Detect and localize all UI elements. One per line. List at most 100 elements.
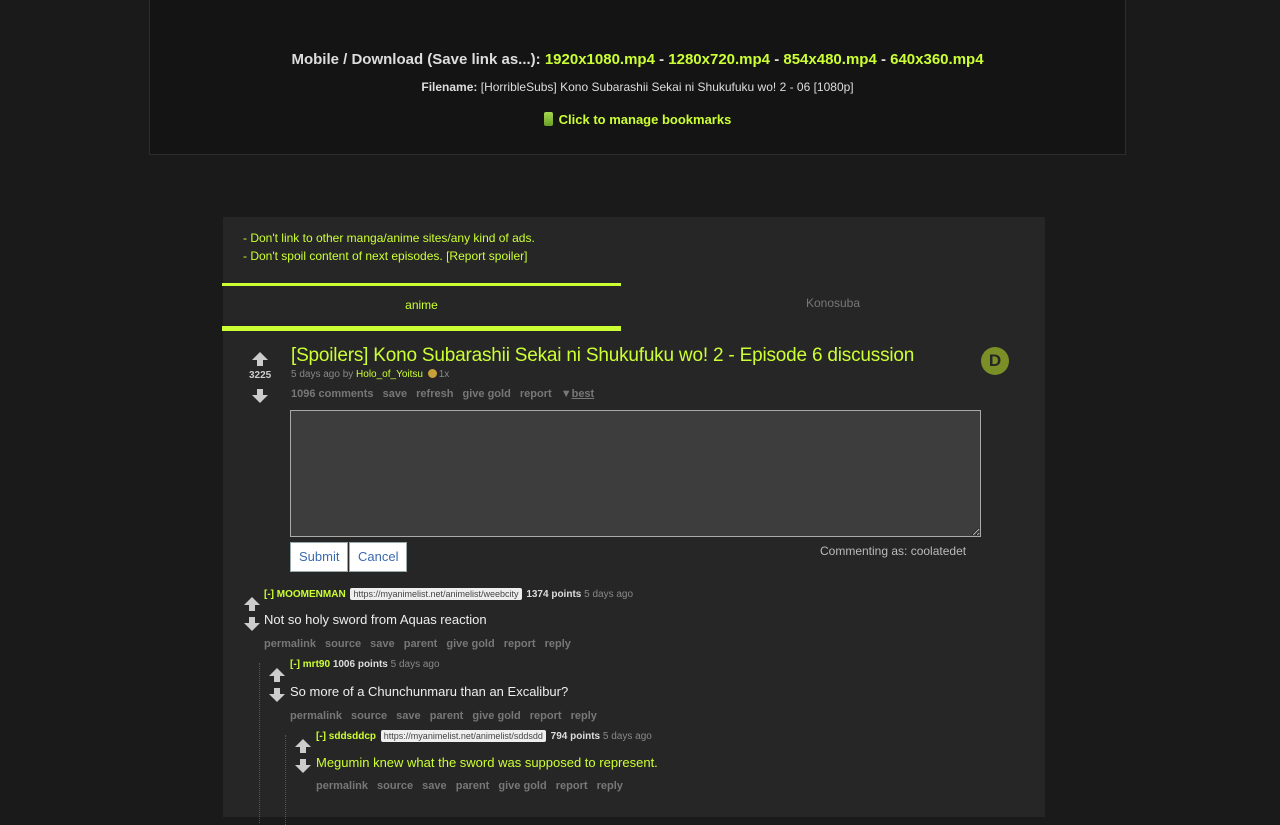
save-link[interactable]: save	[422, 780, 446, 792]
sort-best-link[interactable]: best	[572, 388, 595, 400]
comment-3-actions: permalink source save parent give gold r…	[316, 780, 629, 792]
disqus-logo-icon: D	[981, 347, 1009, 375]
comment-time: 5 days ago	[602, 731, 652, 742]
source-link[interactable]: source	[351, 710, 387, 722]
reply-link[interactable]: reply	[571, 710, 597, 722]
download-1080p-link[interactable]: 1920x1080.mp4	[545, 51, 655, 68]
post-title[interactable]: [Spoilers] Kono Subarashii Sekai ni Shuk…	[291, 345, 914, 367]
rule-line-1: - Don't link to other manga/anime sites/…	[243, 231, 535, 245]
comment-2-header: [-] mrt90 1006 points 5 days ago	[290, 659, 440, 670]
separator: -	[770, 51, 784, 68]
save-link[interactable]: save	[370, 638, 394, 650]
manage-bookmarks-link[interactable]: Click to manage bookmarks	[559, 112, 732, 127]
comment-author[interactable]: sddsddcp	[329, 731, 376, 742]
give-gold-link[interactable]: give gold	[472, 710, 520, 722]
thread-line	[259, 663, 260, 823]
source-link[interactable]: source	[325, 638, 361, 650]
reply-textarea[interactable]	[290, 410, 981, 537]
comment-1-vote	[241, 597, 263, 631]
downvote-icon[interactable]	[269, 688, 285, 702]
download-720p-link[interactable]: 1280x720.mp4	[668, 51, 770, 68]
parent-link[interactable]: parent	[456, 780, 490, 792]
download-box: Mobile / Download (Save link as...): 192…	[149, 0, 1126, 155]
report-link[interactable]: report	[556, 780, 588, 792]
user-flair: https://myanimelist.net/animelist/weebci…	[350, 588, 522, 600]
source-tabs: anime Konosuba	[222, 283, 1045, 331]
give-gold-link[interactable]: give gold	[498, 780, 546, 792]
comment-2-actions: permalink source save parent give gold r…	[290, 710, 603, 722]
report-link[interactable]: report	[520, 388, 552, 400]
rule-line-2: - Don't spoil content of next episodes. …	[243, 247, 535, 265]
downvote-icon[interactable]	[244, 617, 260, 631]
reply-link[interactable]: reply	[597, 780, 623, 792]
upvote-icon[interactable]	[269, 668, 285, 682]
comments-count-link[interactable]: 1096 comments	[291, 388, 374, 400]
collapse-toggle[interactable]: [-]	[316, 731, 326, 742]
rule-line-2-text: - Don't spoil content of next episodes.	[243, 249, 443, 263]
upvote-icon[interactable]	[252, 352, 268, 366]
collapse-toggle[interactable]: [-]	[290, 659, 300, 670]
comment-1-body: Not so holy sword from Aquas reaction	[264, 612, 487, 627]
comment-points: 1374 points	[526, 589, 582, 600]
post-author[interactable]: Holo_of_Yoitsu	[356, 369, 423, 380]
comment-2-vote	[266, 668, 288, 702]
upvote-icon[interactable]	[244, 597, 260, 611]
downvote-icon[interactable]	[252, 389, 268, 403]
sort-chevron-icon[interactable]: ▼	[561, 388, 572, 400]
comment-2-body: So more of a Chunchunmaru than an Excali…	[290, 684, 569, 699]
comment-1-actions: permalink source save parent give gold r…	[264, 638, 577, 650]
refresh-link[interactable]: refresh	[416, 388, 453, 400]
post-time: 5 days ago by	[291, 369, 354, 380]
tab-anime[interactable]: anime	[222, 283, 621, 331]
post-vote: 3225	[249, 352, 271, 403]
tab-konosuba[interactable]: Konosuba	[621, 283, 1045, 323]
user-flair: https://myanimelist.net/animelist/sddsdd	[380, 730, 546, 742]
parent-link[interactable]: parent	[404, 638, 438, 650]
give-gold-link[interactable]: give gold	[463, 388, 511, 400]
upvote-icon[interactable]	[295, 739, 311, 753]
download-360p-link[interactable]: 640x360.mp4	[890, 51, 983, 68]
comment-3-body: Megumin knew what the sword was supposed…	[316, 755, 658, 770]
post-actions: 1096 comments save refresh give gold rep…	[291, 388, 600, 400]
download-480p-link[interactable]: 854x480.mp4	[783, 51, 876, 68]
reply-link[interactable]: reply	[545, 638, 571, 650]
gold-badge-icon	[427, 369, 437, 378]
comment-author[interactable]: MOOMENMAN	[277, 589, 346, 600]
permalink-link[interactable]: permalink	[316, 780, 368, 792]
source-link[interactable]: source	[377, 780, 413, 792]
permalink-link[interactable]: permalink	[264, 638, 316, 650]
report-spoiler-link[interactable]: [Report spoiler]	[446, 249, 527, 263]
report-link[interactable]: report	[504, 638, 536, 650]
cancel-button[interactable]: Cancel	[349, 542, 408, 572]
filename-row: Filename: [HorribleSubs] Kono Subarashii…	[150, 80, 1125, 94]
thread-line	[285, 735, 286, 825]
filename-value: [HorribleSubs] Kono Subarashii Sekai ni …	[480, 80, 854, 94]
comment-time: 5 days ago	[584, 589, 634, 600]
bookmark-row[interactable]: Click to manage bookmarks	[150, 112, 1125, 127]
download-row: Mobile / Download (Save link as...): 192…	[150, 51, 1125, 68]
downvote-icon[interactable]	[295, 759, 311, 773]
post-score: 3225	[249, 370, 272, 381]
filename-label: Filename:	[421, 80, 478, 94]
comment-1-header: [-] MOOMENMAN https://myanimelist.net/an…	[264, 588, 633, 600]
comment-author[interactable]: mrt90	[303, 659, 330, 670]
comment-time: 5 days ago	[390, 659, 440, 670]
comment-3-vote	[292, 739, 314, 773]
permalink-link[interactable]: permalink	[290, 710, 342, 722]
bookmark-icon	[543, 112, 553, 126]
separator: -	[654, 51, 669, 68]
give-gold-link[interactable]: give gold	[446, 638, 494, 650]
post-meta: 5 days ago by Holo_of_Yoitsu 1x	[291, 369, 449, 380]
collapse-toggle[interactable]: [-]	[264, 589, 274, 600]
download-label: Mobile / Download (Save link as...):	[291, 51, 541, 68]
comment-3-header: [-] sddsddcp https://myanimelist.net/ani…	[316, 730, 652, 742]
submit-button[interactable]: Submit	[290, 542, 349, 572]
commenting-as: Commenting as: coolatedet	[820, 544, 967, 558]
comments-panel: - Don't link to other manga/anime sites/…	[222, 217, 1045, 825]
report-link[interactable]: report	[530, 710, 562, 722]
parent-link[interactable]: parent	[430, 710, 464, 722]
comment-points: 1006 points	[332, 659, 388, 670]
save-link[interactable]: save	[383, 388, 407, 400]
save-link[interactable]: save	[396, 710, 420, 722]
separator: -	[876, 51, 891, 68]
